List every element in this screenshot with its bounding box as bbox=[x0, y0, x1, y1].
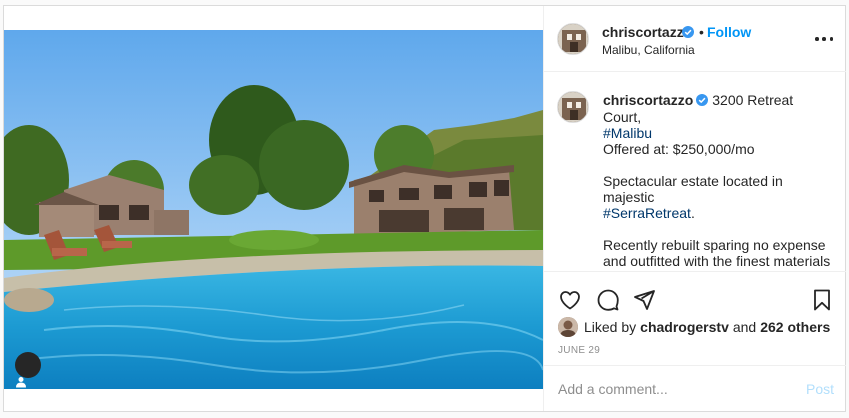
likes-summary: Liked by chadrogerstv and 262 others bbox=[558, 317, 830, 337]
comment-box: Post bbox=[544, 365, 846, 413]
verified-badge-icon bbox=[696, 93, 709, 109]
separator-dot: • bbox=[699, 24, 704, 40]
avatar[interactable] bbox=[557, 91, 589, 123]
liked-by-prefix: Liked by bbox=[584, 319, 637, 335]
instagram-post: chriscortazzo • Follow Malibu, Californi… bbox=[3, 5, 846, 412]
post-image[interactable] bbox=[4, 6, 543, 411]
heart-icon[interactable] bbox=[558, 288, 582, 312]
caption-area: chriscortazzo 3200 Retreat Court, #Malibu… bbox=[544, 73, 846, 270]
hashtag-link[interactable]: #Malibu bbox=[603, 125, 652, 141]
comment-input[interactable] bbox=[558, 379, 788, 399]
hashtag-link[interactable]: #SerraRetreat bbox=[603, 205, 691, 221]
caption-username-link[interactable]: chriscortazzo bbox=[603, 92, 693, 108]
post-comment-button[interactable]: Post bbox=[806, 381, 834, 397]
others-likes-link[interactable]: 262 others bbox=[760, 319, 830, 335]
username-link[interactable]: chriscortazzo bbox=[602, 24, 692, 40]
share-icon[interactable] bbox=[632, 288, 656, 312]
follow-button[interactable]: Follow bbox=[707, 24, 751, 40]
location-link[interactable]: Malibu, California bbox=[602, 43, 695, 57]
liker-username-link[interactable]: chadrogerstv bbox=[640, 319, 729, 335]
caption-price: Offered at: $250,000/mo bbox=[603, 141, 755, 157]
post-header: chriscortazzo • Follow Malibu, Californi… bbox=[544, 6, 846, 72]
bookmark-icon[interactable] bbox=[810, 288, 834, 312]
verified-badge-icon bbox=[682, 25, 694, 43]
post-actions: Liked by chadrogerstv and 262 others JUN… bbox=[544, 271, 846, 412]
post-caption: chriscortazzo 3200 Retreat Court, #Malibu… bbox=[603, 92, 833, 270]
comment-icon[interactable] bbox=[596, 288, 620, 312]
pool-house-photo bbox=[4, 30, 543, 389]
caption-period: . bbox=[690, 205, 695, 221]
caption-paragraph: Recently rebuilt sparing no expense and … bbox=[603, 237, 833, 270]
avatar[interactable] bbox=[557, 23, 589, 55]
post-side-panel: chriscortazzo • Follow Malibu, Californi… bbox=[543, 6, 846, 412]
post-date[interactable]: JUNE 29 bbox=[558, 345, 600, 356]
liked-by-conj: and bbox=[732, 319, 757, 335]
liker-avatar[interactable] bbox=[558, 317, 578, 337]
user-tag-icon[interactable] bbox=[15, 352, 41, 388]
caption-paragraph: Spectacular estate located in majestic bbox=[603, 173, 783, 205]
more-options-icon[interactable] bbox=[815, 30, 833, 48]
